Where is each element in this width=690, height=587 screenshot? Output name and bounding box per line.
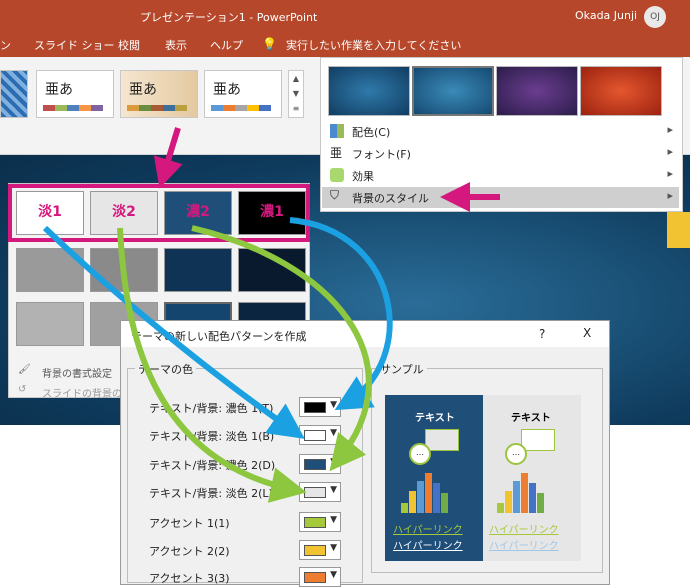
arrow-green-dark2 [191,225,372,472]
annotation-overlay [42,127,500,503]
arrow-green-light2 [117,227,307,503]
arrow-pink-down [153,127,183,189]
arrow-blue-light1 [42,225,305,439]
